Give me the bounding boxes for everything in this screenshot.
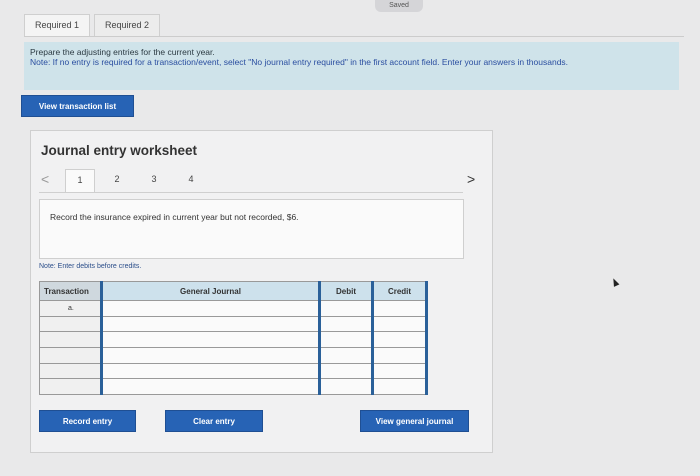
journal-table: Transaction General Journal Debit Credit… bbox=[39, 281, 428, 396]
credit-input[interactable] bbox=[372, 331, 428, 349]
credit-input[interactable] bbox=[372, 378, 428, 396]
tab-divider bbox=[24, 36, 684, 37]
account-input[interactable] bbox=[100, 331, 321, 349]
view-transaction-list-button[interactable]: View transaction list bbox=[21, 95, 134, 117]
instructions-box: Prepare the adjusting entries for the cu… bbox=[24, 42, 679, 90]
credit-input[interactable] bbox=[372, 347, 428, 364]
transaction-cell: a. bbox=[39, 300, 102, 317]
saved-status: Saved bbox=[375, 0, 423, 12]
journal-entry-worksheet: Journal entry worksheet < 1 2 3 4 > Reco… bbox=[30, 130, 493, 453]
transaction-cell bbox=[39, 331, 102, 349]
requirement-tabs: Required 1 Required 2 bbox=[24, 14, 164, 36]
instructions-text: Prepare the adjusting entries for the cu… bbox=[30, 47, 215, 57]
mouse-cursor-icon bbox=[610, 277, 620, 287]
account-input[interactable] bbox=[100, 315, 321, 333]
account-input[interactable] bbox=[100, 300, 321, 317]
worksheet-pager: < 1 2 3 4 > bbox=[39, 169, 479, 193]
journal-header-row: Transaction General Journal Debit Credit bbox=[39, 281, 428, 301]
transaction-cell bbox=[39, 362, 102, 380]
table-row: a. bbox=[39, 300, 428, 317]
tab-required-2[interactable]: Required 2 bbox=[94, 14, 161, 36]
page-tabs: 1 2 3 4 bbox=[65, 169, 213, 193]
account-input[interactable] bbox=[100, 347, 321, 364]
page-tab-2[interactable]: 2 bbox=[102, 169, 132, 193]
debit-input[interactable] bbox=[319, 362, 374, 380]
next-page-icon[interactable]: > bbox=[467, 171, 475, 187]
transaction-cell bbox=[39, 347, 102, 364]
table-row bbox=[39, 378, 428, 396]
debit-input[interactable] bbox=[319, 331, 374, 349]
transaction-description-box: Record the insurance expired in current … bbox=[39, 199, 464, 259]
credit-input[interactable] bbox=[372, 300, 428, 317]
debit-input[interactable] bbox=[319, 347, 374, 364]
header-debit: Debit bbox=[319, 281, 374, 301]
pager-divider bbox=[39, 192, 463, 193]
instructions-note: Note: If no entry is required for a tran… bbox=[30, 57, 569, 67]
page-tab-1[interactable]: 1 bbox=[65, 169, 95, 193]
tab-required-1[interactable]: Required 1 bbox=[24, 14, 91, 36]
account-input[interactable] bbox=[100, 378, 321, 396]
page-tab-4[interactable]: 4 bbox=[176, 169, 206, 193]
credit-input[interactable] bbox=[372, 362, 428, 380]
debits-note: Note: Enter debits before credits. bbox=[39, 263, 142, 270]
page-tab-3[interactable]: 3 bbox=[139, 169, 169, 193]
worksheet-title: Journal entry worksheet bbox=[41, 143, 198, 158]
table-row bbox=[39, 347, 428, 364]
transaction-cell bbox=[39, 315, 102, 333]
record-entry-button[interactable]: Record entry bbox=[39, 410, 136, 432]
debit-input[interactable] bbox=[319, 300, 374, 317]
prev-page-icon[interactable]: < bbox=[41, 171, 49, 187]
debit-input[interactable] bbox=[319, 315, 374, 333]
table-row bbox=[39, 331, 428, 349]
transaction-cell bbox=[39, 378, 102, 396]
header-general-journal: General Journal bbox=[100, 281, 321, 301]
view-general-journal-button[interactable]: View general journal bbox=[360, 410, 469, 432]
debit-input[interactable] bbox=[319, 378, 374, 396]
account-input[interactable] bbox=[100, 362, 321, 380]
table-row bbox=[39, 315, 428, 333]
header-credit: Credit bbox=[372, 281, 428, 301]
transaction-description: Record the insurance expired in current … bbox=[50, 212, 299, 222]
clear-entry-button[interactable]: Clear entry bbox=[165, 410, 263, 432]
header-transaction: Transaction bbox=[39, 281, 102, 301]
table-row bbox=[39, 362, 428, 380]
credit-input[interactable] bbox=[372, 315, 428, 333]
